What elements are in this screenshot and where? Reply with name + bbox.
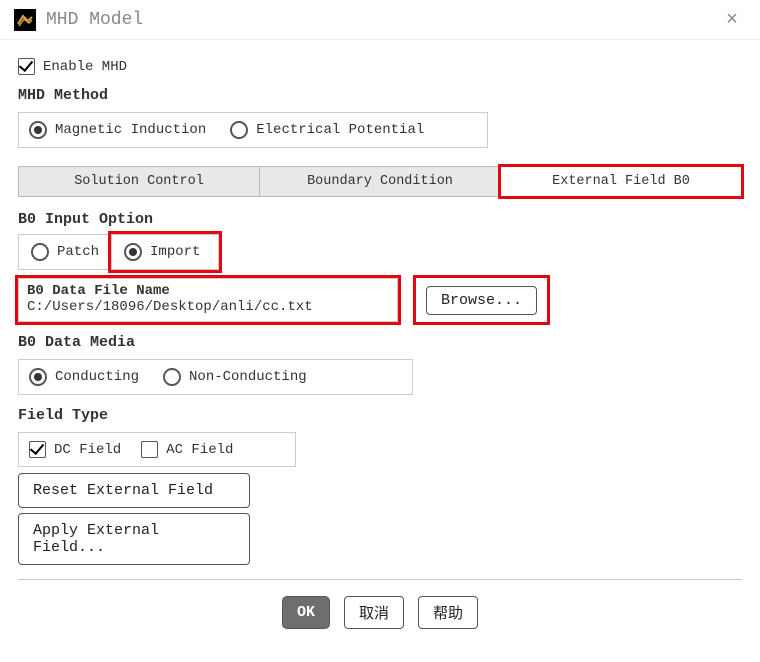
mhd-model-dialog: MHD Model × Enable MHD MHD Method Magnet… [0, 0, 760, 645]
separator [18, 579, 742, 580]
tab-external-field-b0[interactable]: External Field B0 [501, 167, 741, 196]
radio-magnetic-induction[interactable] [29, 121, 47, 139]
radio-electrical-potential[interactable] [230, 121, 248, 139]
b0-input-patch-cell: Patch [18, 234, 111, 270]
radio-import[interactable] [124, 243, 142, 261]
field-type-title: Field Type [18, 407, 742, 424]
b0-data-file-box: B0 Data File Name C:/Users/18096/Desktop… [18, 278, 398, 322]
ac-field-checkbox[interactable] [141, 441, 158, 458]
enable-mhd-label: Enable MHD [43, 59, 127, 75]
tab-solution-control[interactable]: Solution Control [19, 167, 260, 196]
b0-data-media-title: B0 Data Media [18, 334, 742, 351]
app-icon [14, 9, 36, 31]
browse-button[interactable]: Browse... [426, 286, 537, 315]
radio-electrical-potential-label: Electrical Potential [256, 122, 424, 138]
field-type-panel: DC Field AC Field [18, 432, 296, 467]
dc-field-label: DC Field [54, 442, 121, 458]
browse-wrap: Browse... [416, 278, 547, 322]
mhd-method-title: MHD Method [18, 87, 742, 104]
radio-non-conducting-label: Non-Conducting [189, 369, 307, 385]
help-button[interactable]: 帮助 [418, 596, 478, 629]
enable-mhd-row: Enable MHD [18, 58, 742, 75]
tabs: Solution Control Boundary Condition Exte… [18, 166, 742, 197]
radio-patch[interactable] [31, 243, 49, 261]
b0-input-option-title: B0 Input Option [18, 211, 742, 228]
b0-data-file-label: B0 Data File Name [27, 283, 389, 299]
cancel-button[interactable]: 取消 [344, 596, 404, 629]
b0-data-file-value[interactable]: C:/Users/18096/Desktop/anli/cc.txt [27, 299, 389, 315]
b0-input-import-cell: Import [111, 234, 219, 270]
radio-non-conducting[interactable] [163, 368, 181, 386]
titlebar: MHD Model × [0, 0, 760, 40]
radio-import-label: Import [150, 244, 200, 260]
b0-data-media-panel: Conducting Non-Conducting [18, 359, 413, 395]
radio-conducting[interactable] [29, 368, 47, 386]
ok-button[interactable]: OK [282, 596, 330, 629]
radio-magnetic-induction-label: Magnetic Induction [55, 122, 206, 138]
mhd-method-panel: Magnetic Induction Electrical Potential [18, 112, 488, 148]
tab-boundary-condition[interactable]: Boundary Condition [260, 167, 501, 196]
dc-field-checkbox[interactable] [29, 441, 46, 458]
enable-mhd-checkbox[interactable] [18, 58, 35, 75]
radio-patch-label: Patch [57, 244, 99, 260]
ac-field-label: AC Field [166, 442, 233, 458]
reset-external-field-button[interactable]: Reset External Field [18, 473, 250, 508]
window-title: MHD Model [46, 10, 718, 30]
apply-external-field-button[interactable]: Apply External Field... [18, 513, 250, 565]
b0-data-file-group: B0 Data File Name C:/Users/18096/Desktop… [18, 278, 742, 322]
dialog-buttons: OK 取消 帮助 [18, 596, 742, 629]
close-button[interactable]: × [718, 8, 746, 31]
radio-conducting-label: Conducting [55, 369, 139, 385]
dialog-content: Enable MHD MHD Method Magnetic Induction… [0, 40, 760, 645]
b0-input-option-row: Patch Import [18, 234, 742, 270]
